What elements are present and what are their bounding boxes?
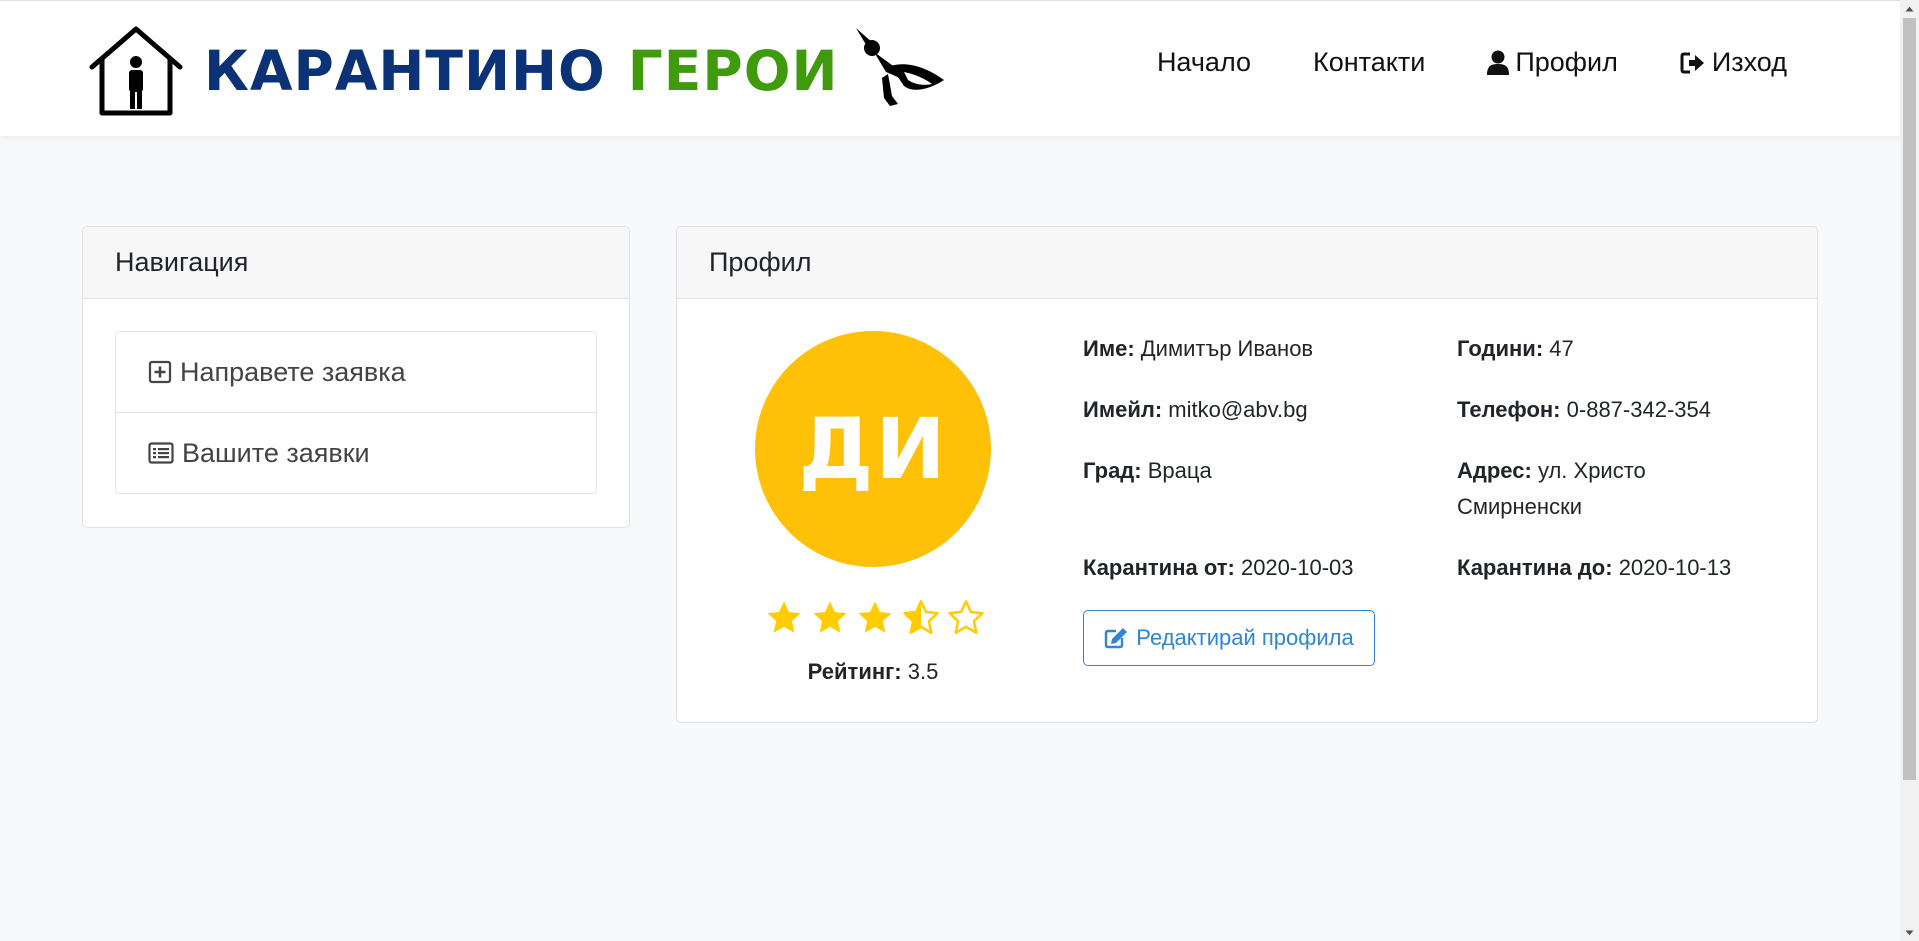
list-icon — [148, 442, 174, 464]
field-age-label: Години: — [1457, 336, 1544, 361]
field-quarantine-from-label: Карантина от: — [1083, 555, 1235, 580]
edit-icon — [1105, 628, 1128, 649]
star-empty-icon — [948, 600, 984, 634]
nav-item-new-request[interactable]: Направете заявка — [116, 332, 596, 412]
nav-logout-link[interactable]: Изход — [1680, 47, 1787, 78]
field-name-value: Димитър Иванов — [1140, 336, 1314, 361]
scroll-down-arrow-icon[interactable] — [1900, 924, 1919, 941]
star-half-icon — [902, 600, 939, 634]
superhero-icon — [856, 28, 945, 106]
navigation-list: Направете заявка Вашите заявки — [115, 331, 597, 494]
nav-contacts-link[interactable]: Контакти — [1313, 47, 1425, 78]
field-city: Град: Враца — [1083, 453, 1212, 489]
brand-word-quarantine: КАРАНТИНО — [204, 39, 606, 103]
edit-profile-button[interactable]: Редактирай профила — [1083, 610, 1375, 666]
rating-value: 3.5 — [907, 659, 939, 684]
nav-profile-label: Профил — [1515, 47, 1618, 77]
rating-label: Рейтинг: — [807, 659, 902, 684]
avatar: ДИ — [755, 331, 991, 567]
field-quarantine-to-label: Карантина до: — [1457, 555, 1613, 580]
field-phone: Телефон: 0-887-342-354 — [1457, 392, 1711, 428]
field-address: Адрес: ул. Христо Смирненски — [1457, 453, 1717, 525]
field-age-value: 47 — [1549, 336, 1574, 361]
profile-card: Профил ДИ Рейтинг: 3.5 Име: Димитър Иван… — [676, 226, 1818, 723]
nav-item-new-request-label: Направете заявка — [180, 356, 406, 387]
navigation-card: Навигация Направете заявка Вашите заявки — [82, 226, 630, 528]
brand-name: КАРАНТИНО ГЕРОИ — [204, 39, 838, 103]
field-quarantine-to-value: 2020-10-13 — [1618, 555, 1732, 580]
nav-home-link[interactable]: Начало — [1157, 47, 1251, 78]
star-full-icon — [813, 601, 846, 633]
navigation-card-title: Навигация — [83, 227, 629, 299]
scroll-up-arrow-icon[interactable] — [1900, 0, 1919, 17]
nav-links: Начало Контакти Профил Изход — [1157, 47, 1787, 78]
sign-out-icon — [1680, 52, 1704, 73]
nav-item-my-requests[interactable]: Вашите заявки — [116, 412, 596, 493]
field-email-label: Имейл: — [1083, 397, 1163, 422]
field-name-label: Име: — [1083, 336, 1135, 361]
scrollbar-thumb[interactable] — [1903, 18, 1916, 780]
house-icon — [89, 26, 183, 116]
rating-stars — [765, 599, 985, 637]
field-city-value: Враца — [1147, 458, 1212, 483]
field-address-label: Адрес: — [1457, 458, 1532, 483]
plus-square-icon — [148, 360, 172, 384]
edit-profile-label: Редактирай профила — [1136, 625, 1354, 650]
field-quarantine-to: Карантина до: 2020-10-13 — [1457, 550, 1731, 586]
brand-word-heroes: ГЕРОИ — [627, 39, 839, 103]
field-quarantine-from: Карантина от: 2020-10-03 — [1083, 550, 1354, 586]
rating-text: Рейтинг: 3.5 — [677, 659, 1069, 685]
nav-logout-label: Изход — [1711, 47, 1787, 77]
field-phone-value: 0-887-342-354 — [1566, 397, 1711, 422]
field-quarantine-from-value: 2020-10-03 — [1240, 555, 1354, 580]
nav-item-my-requests-label: Вашите заявки — [182, 437, 370, 468]
star-full-icon — [858, 601, 892, 633]
field-phone-label: Телефон: — [1457, 397, 1561, 422]
field-name: Име: Димитър Иванов — [1083, 331, 1313, 367]
field-email: Имейл: mitko@abv.bg — [1083, 392, 1308, 428]
nav-profile-link[interactable]: Профил — [1487, 47, 1618, 78]
field-age: Години: 47 — [1457, 331, 1574, 367]
vertical-scrollbar[interactable] — [1900, 0, 1919, 941]
star-full-icon — [767, 601, 801, 633]
profile-card-title: Профил — [677, 227, 1817, 299]
brand-logo[interactable]: КАРАНТИНО ГЕРОИ — [86, 23, 948, 119]
field-email-value: mitko@abv.bg — [1168, 397, 1308, 422]
field-city-label: Град: — [1083, 458, 1142, 483]
avatar-initials: ДИ — [798, 400, 948, 498]
top-navbar: КАРАНТИНО ГЕРОИ Начало Контакти Профил И… — [0, 0, 1900, 136]
user-icon — [1487, 50, 1510, 75]
